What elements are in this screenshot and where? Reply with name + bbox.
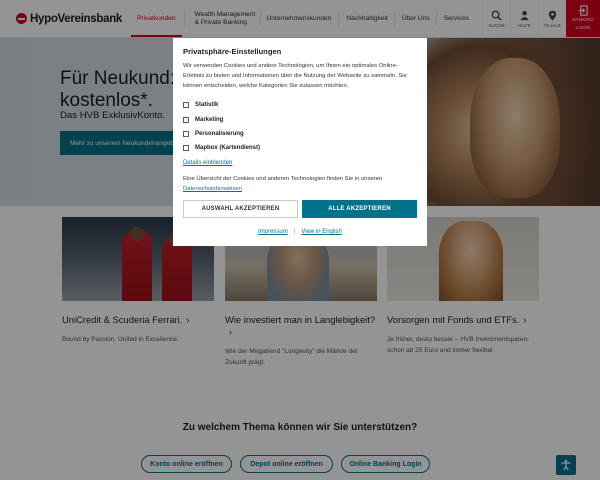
option-label: Marketing — [195, 116, 224, 123]
checkbox[interactable] — [183, 130, 189, 137]
option-label: Mapbox (Kartendienst) — [195, 145, 261, 152]
option-statistik[interactable]: Statistik — [183, 98, 417, 112]
overview-text: Eine Übersicht der Cookies und anderen T… — [183, 176, 383, 183]
imprint-link[interactable]: Impressum — [258, 229, 288, 235]
cookie-consent-dialog: Privatsphäre-Einstellungen Wir verwenden… — [173, 38, 427, 246]
option-mapbox[interactable]: Mapbox (Kartendienst) — [183, 141, 417, 155]
view-in-english-link[interactable]: View in English — [301, 229, 342, 235]
dialog-footer-links: Impressum | View in English — [183, 229, 417, 235]
dialog-actions: AUSWAHL AKZEPTIEREN ALLE AKZEPTIEREN — [183, 200, 417, 219]
option-marketing[interactable]: Marketing — [183, 113, 417, 127]
checkbox[interactable] — [183, 102, 189, 109]
checkbox[interactable] — [183, 116, 189, 123]
cookie-overview-text: Eine Übersicht der Cookies und anderen T… — [183, 175, 417, 194]
dialog-title: Privatsphäre-Einstellungen — [183, 47, 282, 56]
consent-options: Statistik Marketing Personalisierung Map… — [183, 98, 417, 155]
option-label: Personalisierung — [195, 130, 244, 137]
option-personalisierung[interactable]: Personalisierung — [183, 127, 417, 141]
link-separator: | — [293, 229, 296, 236]
dialog-intro-text: Wir verwenden Cookies und andere Technol… — [183, 63, 407, 89]
option-label: Statistik — [195, 102, 219, 109]
checkbox[interactable] — [183, 145, 189, 152]
show-details-link[interactable]: Details einblenden — [183, 160, 417, 166]
privacy-notice-link[interactable]: Datenschutzhinweisen — [183, 186, 242, 192]
accept-selection-button[interactable]: AUSWAHL AKZEPTIEREN — [183, 200, 298, 219]
page: HypoVereinsbank Privatkunden Wealth Mana… — [0, 0, 600, 480]
accept-all-button[interactable]: ALLE AKZEPTIEREN — [302, 200, 417, 219]
